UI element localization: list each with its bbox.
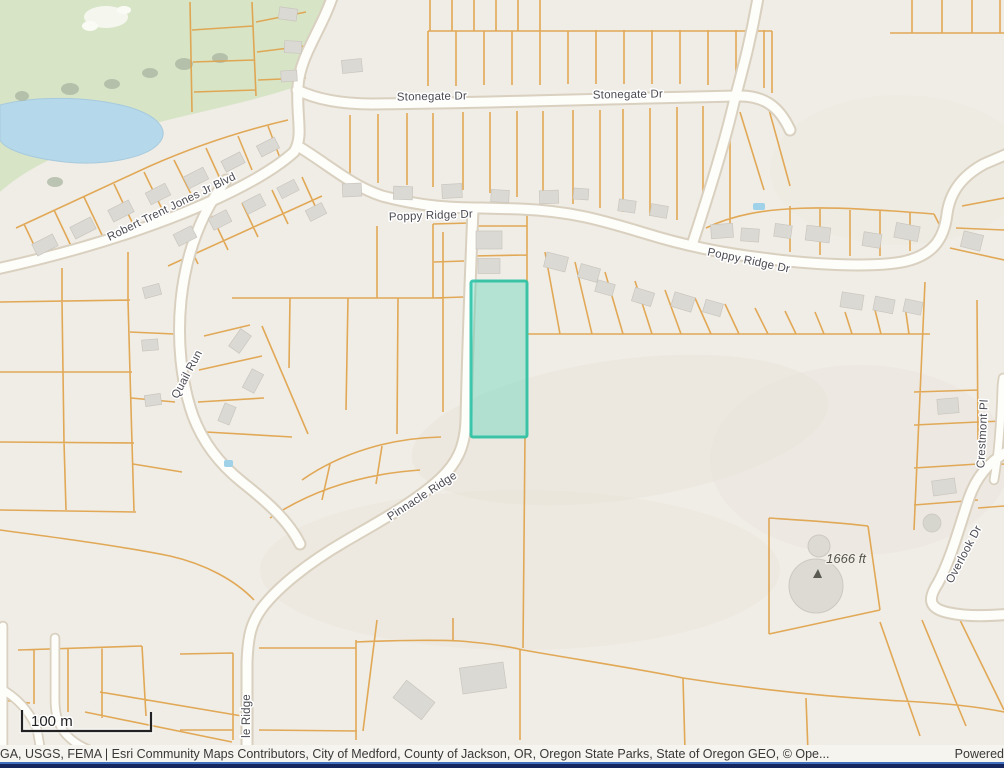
- building-footprint: [618, 199, 637, 213]
- building-footprint: [281, 70, 298, 82]
- tree-icon: [142, 68, 158, 78]
- tree-icon: [47, 177, 63, 187]
- building-footprint: [459, 662, 506, 694]
- bottom-blue-bar: [0, 762, 1004, 768]
- building-footprint: [442, 183, 463, 198]
- street-label-stonegate-dr-2: Stonegate Dr: [593, 88, 663, 101]
- building-footprint: [278, 7, 297, 21]
- building-footprint: [573, 188, 589, 200]
- pool-water: [224, 460, 233, 467]
- building-footprint: [476, 231, 502, 249]
- scale-bar-label: 100 m: [31, 713, 73, 730]
- street-label-stonegate-dr-1: Stonegate Dr: [397, 90, 467, 103]
- attribution-credits: GA, USGS, FEMA | Esri Community Maps Con…: [0, 747, 829, 761]
- building-footprint: [491, 190, 510, 203]
- building-footprint: [932, 478, 957, 496]
- building-footprint: [539, 190, 558, 204]
- tree-icon: [61, 83, 79, 95]
- building-footprint: [774, 223, 793, 238]
- building-footprint: [478, 259, 500, 274]
- building-footprint: [342, 183, 362, 197]
- street-label-le-ridge: le Ridge: [241, 694, 253, 738]
- building-footprint: [341, 58, 362, 73]
- tree-icon: [104, 79, 120, 89]
- selected-parcel-highlight[interactable]: [471, 281, 527, 437]
- building-footprint: [862, 232, 882, 249]
- pool-water: [753, 203, 765, 210]
- attribution-powered: Powered: [939, 747, 1004, 761]
- tree-icon: [15, 91, 29, 101]
- attribution-bar: GA, USGS, FEMA | Esri Community Maps Con…: [0, 745, 1004, 762]
- map-canvas[interactable]: 1666 ft Stonegate Dr Stonegate Dr Poppy …: [0, 0, 1004, 745]
- building-footprint: [805, 225, 831, 243]
- building-footprint: [142, 339, 159, 351]
- building-footprint: [650, 204, 669, 219]
- elevation-label: 1666 ft: [826, 551, 867, 566]
- building-footprint: [840, 292, 864, 310]
- building-footprint: [741, 228, 760, 242]
- building-footprint: [284, 41, 302, 54]
- building-footprint: [937, 398, 959, 415]
- building-footprint: [393, 186, 412, 200]
- building-footprint: [144, 393, 161, 406]
- building-footprint: [711, 223, 734, 239]
- map-viewer: 1666 ft Stonegate Dr Stonegate Dr Poppy …: [0, 0, 1004, 768]
